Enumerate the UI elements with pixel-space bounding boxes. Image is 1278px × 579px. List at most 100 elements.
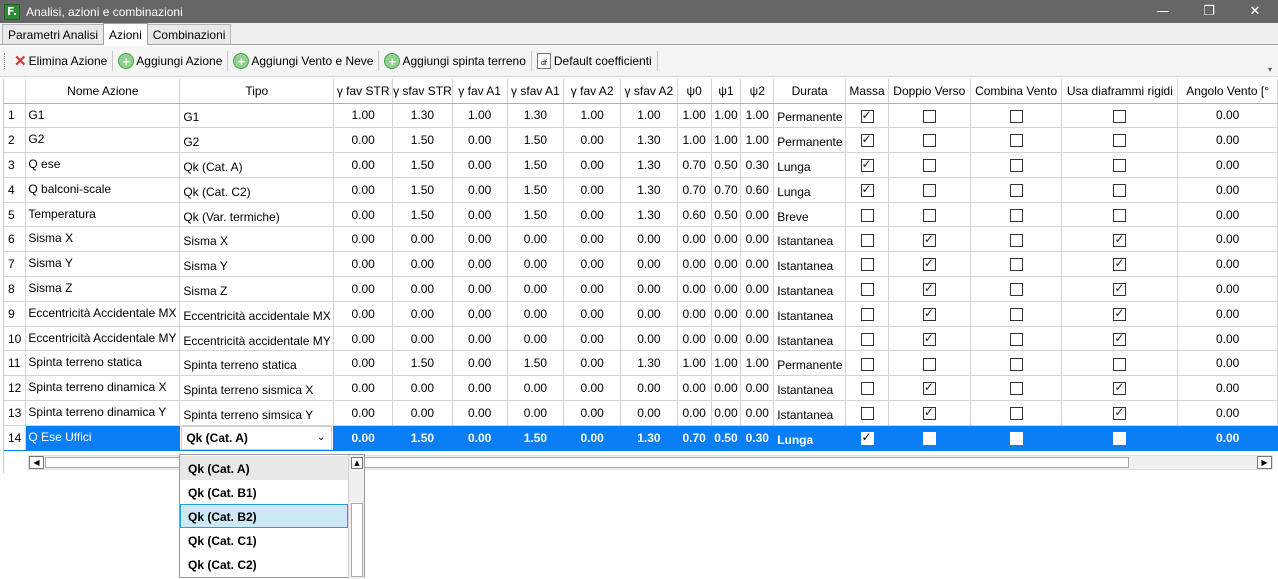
- massa-cell[interactable]: [845, 425, 889, 451]
- vento-checkbox[interactable]: [1009, 332, 1023, 346]
- coefficient-cell[interactable]: 0.00: [563, 226, 621, 253]
- column-header[interactable]: Tipo: [179, 79, 335, 104]
- coefficient-cell[interactable]: 1.50: [507, 202, 565, 228]
- coefficient-cell[interactable]: 0.00: [333, 326, 394, 352]
- tipo-cell[interactable]: Qk (Var. termiche): [179, 202, 335, 228]
- durata-cell[interactable]: Istantanea: [773, 276, 847, 302]
- coefficient-cell[interactable]: 0.00: [563, 301, 621, 327]
- coefficient-cell[interactable]: 0.00: [563, 152, 621, 178]
- action-name-cell[interactable]: Sisma Y: [25, 251, 181, 278]
- coefficient-cell[interactable]: 0.00: [507, 301, 565, 327]
- tipo-cell[interactable]: G2: [179, 127, 335, 154]
- default-coefficients-button[interactable]: df Default coefficienti: [534, 50, 655, 72]
- add-action-button[interactable]: + Aggiungi Azione: [115, 50, 225, 72]
- diaframmi-checkbox[interactable]: [1113, 208, 1127, 222]
- table-row[interactable]: 12 Spinta terreno dinamica X Spinta terren…: [4, 375, 1278, 402]
- coefficient-cell[interactable]: 0.00: [740, 276, 775, 302]
- coefficient-cell[interactable]: 0.00: [677, 375, 712, 402]
- coefficient-cell[interactable]: 0.00: [740, 202, 775, 228]
- action-name-cell[interactable]: Eccentricità Accidentale MY: [25, 326, 181, 352]
- column-header[interactable]: Massa: [845, 79, 889, 104]
- angolo-vento-cell[interactable]: 0.00: [1177, 251, 1278, 278]
- tab-azioni[interactable]: Azioni: [103, 23, 148, 45]
- coefficient-cell[interactable]: 1.00: [677, 127, 712, 154]
- dropdown-option[interactable]: Qk (Cat. C1): [180, 528, 348, 552]
- massa-checkbox[interactable]: [860, 108, 874, 123]
- diaframmi-checkbox[interactable]: [1113, 281, 1127, 297]
- coefficient-cell[interactable]: 1.50: [507, 177, 565, 203]
- massa-checkbox[interactable]: [860, 357, 874, 371]
- doppio-cell[interactable]: [888, 202, 971, 228]
- coefficient-cell[interactable]: 1.30: [620, 177, 678, 203]
- doppio-checkbox[interactable]: [922, 405, 936, 421]
- diaframmi-cell[interactable]: [1061, 226, 1179, 253]
- doppio-checkbox[interactable]: [922, 134, 936, 148]
- coefficient-cell[interactable]: 1.30: [620, 152, 678, 178]
- table-row[interactable]: 13 Spinta terreno dinamica Y Spinta terren…: [4, 400, 1278, 426]
- coefficient-cell[interactable]: 1.30: [507, 103, 565, 129]
- doppio-checkbox[interactable]: [922, 432, 936, 446]
- coefficient-cell[interactable]: 1.30: [392, 103, 453, 129]
- coefficient-cell[interactable]: 0.00: [333, 400, 394, 426]
- diaframmi-checkbox[interactable]: [1113, 109, 1127, 123]
- coefficient-cell[interactable]: 0.00: [333, 350, 394, 377]
- vento-cell[interactable]: [970, 425, 1063, 451]
- coefficient-cell[interactable]: 0.00: [452, 177, 508, 203]
- column-header[interactable]: Combina Vento: [970, 79, 1063, 104]
- doppio-checkbox[interactable]: [922, 281, 936, 297]
- coefficient-cell[interactable]: 0.00: [507, 276, 565, 302]
- coefficient-cell[interactable]: 1.50: [507, 152, 565, 178]
- massa-cell[interactable]: [845, 276, 889, 302]
- coefficient-cell[interactable]: 1.50: [392, 350, 453, 377]
- coefficient-cell[interactable]: 0.70: [677, 177, 712, 203]
- durata-cell[interactable]: Breve: [773, 202, 847, 228]
- coefficient-cell[interactable]: 1.00: [452, 103, 508, 129]
- tipo-cell[interactable]: Spinta terreno simsica Y: [179, 400, 335, 426]
- dropdown-scroll-thumb[interactable]: [351, 503, 363, 577]
- diaframmi-cell[interactable]: [1061, 127, 1179, 154]
- durata-cell[interactable]: Istantanea: [773, 251, 847, 278]
- diaframmi-checkbox[interactable]: [1113, 232, 1127, 247]
- coefficient-cell[interactable]: 1.50: [392, 127, 453, 154]
- coefficient-cell[interactable]: 0.00: [563, 127, 621, 154]
- coefficient-cell[interactable]: 0.00: [677, 301, 712, 327]
- vento-checkbox[interactable]: [1009, 233, 1023, 247]
- table-row[interactable]: 4Q balconi-scale Qk (Cat. C2) 0.00 1.50 0.00…: [4, 177, 1278, 203]
- coefficient-cell[interactable]: 0.00: [507, 375, 565, 402]
- coefficient-cell[interactable]: 1.50: [392, 202, 453, 228]
- coefficient-cell[interactable]: 0.00: [711, 276, 742, 302]
- coefficient-cell[interactable]: 0.00: [507, 400, 565, 426]
- doppio-cell[interactable]: [888, 103, 971, 129]
- coefficient-cell[interactable]: 1.00: [711, 350, 742, 377]
- action-name-cell[interactable]: Spinta terreno statica: [25, 350, 181, 377]
- coefficient-cell[interactable]: 0.00: [333, 152, 394, 178]
- doppio-cell[interactable]: [888, 127, 971, 154]
- coefficient-cell[interactable]: 1.50: [507, 425, 565, 451]
- tipo-cell[interactable]: Sisma X: [179, 226, 335, 253]
- angolo-vento-cell[interactable]: 0.00: [1177, 177, 1278, 203]
- column-header[interactable]: ψ0: [677, 79, 712, 104]
- coefficient-cell[interactable]: 0.00: [620, 301, 678, 327]
- coefficient-cell[interactable]: 0.00: [392, 301, 453, 327]
- vento-cell[interactable]: [970, 326, 1063, 352]
- coefficient-cell[interactable]: 1.00: [740, 350, 775, 377]
- coefficient-cell[interactable]: 0.00: [711, 226, 742, 253]
- vento-checkbox[interactable]: [1009, 159, 1023, 173]
- table-row[interactable]: 2 G2 G2 0.00 1.50 0.00 1.50 0.00 1.30 1.00 1.00 1.0…: [4, 127, 1278, 154]
- diaframmi-checkbox[interactable]: [1113, 331, 1127, 346]
- action-name-cell[interactable]: G1: [25, 103, 181, 129]
- coefficient-cell[interactable]: 0.00: [677, 400, 712, 426]
- coefficient-cell[interactable]: 0.00: [392, 276, 453, 302]
- angolo-vento-cell[interactable]: 0.00: [1177, 375, 1278, 402]
- vento-checkbox[interactable]: [1009, 183, 1023, 197]
- vento-cell[interactable]: [970, 276, 1063, 302]
- table-row[interactable]: 7 Sisma Y Sisma Y 0.00 0.00 0.00 0.00 0.00 0.00 0…: [4, 251, 1278, 278]
- action-name-cell[interactable]: Sisma Z: [25, 276, 181, 302]
- coefficient-cell[interactable]: 0.00: [740, 301, 775, 327]
- coefficient-cell[interactable]: 0.70: [677, 152, 712, 178]
- coefficient-cell[interactable]: 0.00: [392, 326, 453, 352]
- action-name-cell[interactable]: Q ese: [25, 152, 181, 178]
- delete-action-button[interactable]: ✕ Elimina Azione: [11, 50, 110, 72]
- coefficient-cell[interactable]: 0.00: [563, 375, 621, 402]
- massa-cell[interactable]: [845, 326, 889, 352]
